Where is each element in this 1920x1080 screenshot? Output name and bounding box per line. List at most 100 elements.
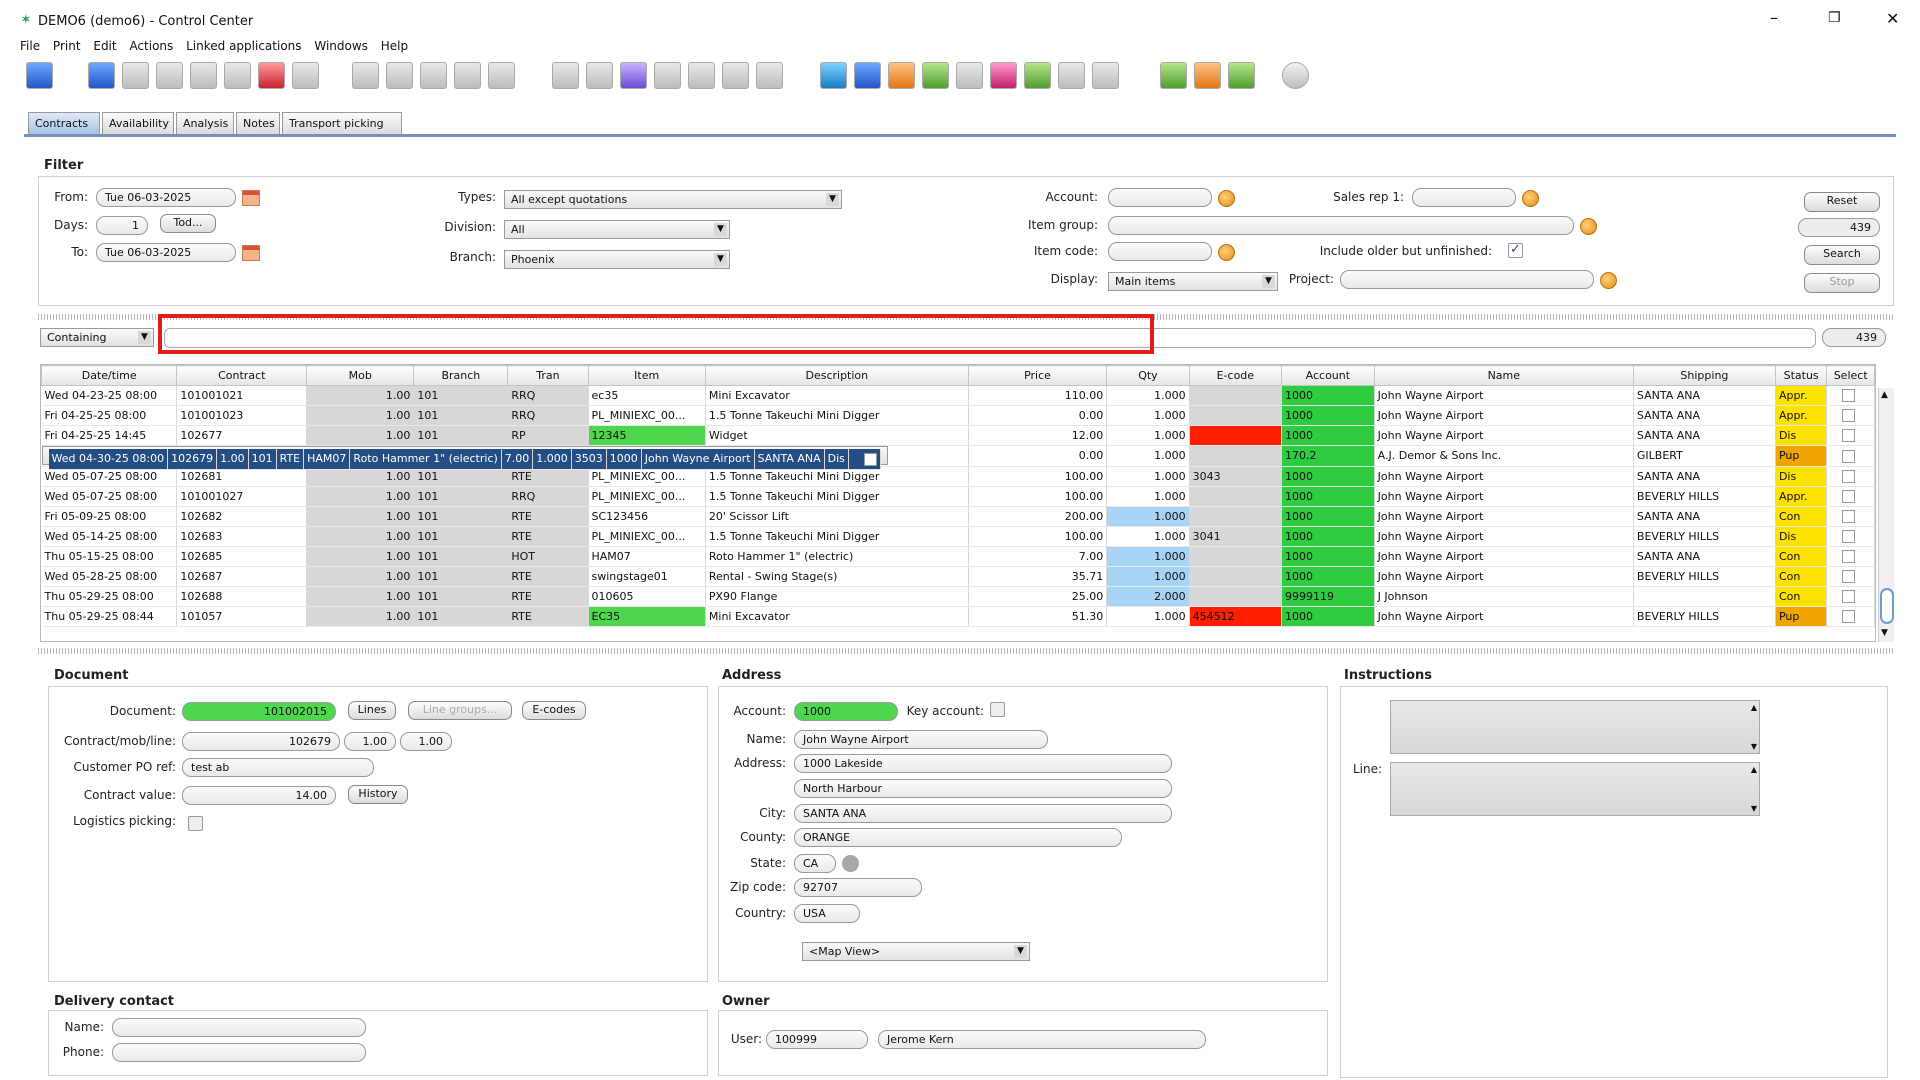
col-price[interactable]: Price (967, 365, 1108, 386)
tab-notes[interactable]: Notes (236, 112, 280, 134)
info-icon[interactable] (1282, 62, 1309, 89)
find-icon[interactable] (258, 62, 285, 89)
tab-analysis[interactable]: Analysis (176, 112, 234, 134)
project-field[interactable] (1340, 270, 1594, 289)
pdf-icon[interactable] (1194, 62, 1221, 89)
item-code-field[interactable] (1108, 242, 1212, 261)
scroll-up-icon[interactable]: ▲ (1751, 765, 1757, 774)
splitter[interactable] (38, 648, 1894, 654)
tool-icon[interactable] (722, 62, 749, 89)
scroll-up-icon[interactable]: ▲ (1881, 390, 1888, 400)
types-select[interactable]: All except quotations ▼ (504, 190, 842, 209)
scroll-up-icon[interactable]: ▲ (1751, 703, 1757, 712)
tab-transport-picking[interactable]: Transport picking (282, 112, 402, 134)
lookup-icon[interactable] (1218, 190, 1235, 207)
row-select-checkbox[interactable] (1826, 446, 1875, 467)
county-field[interactable]: ORANGE (794, 828, 1122, 847)
item-group-field[interactable] (1108, 216, 1574, 235)
row-select-checkbox[interactable] (1826, 506, 1875, 527)
col-select[interactable]: Select (1826, 365, 1875, 386)
address-line1-field[interactable]: 1000 Lakeside (794, 754, 1172, 773)
tool-icon[interactable] (292, 62, 319, 89)
document-icon[interactable] (1228, 62, 1255, 89)
match-mode-select[interactable]: Containing ▼ (40, 328, 154, 347)
row-select-checkbox[interactable] (1826, 526, 1875, 547)
country-field[interactable]: USA (794, 904, 860, 923)
row-select-checkbox[interactable] (1826, 466, 1875, 487)
address-account-field[interactable]: 1000 (794, 702, 898, 721)
state-field[interactable]: CA (794, 854, 836, 873)
tool-icon[interactable] (956, 62, 983, 89)
menu-edit[interactable]: Edit (93, 39, 116, 53)
menu-file[interactable]: File (20, 39, 40, 53)
lookup-icon[interactable] (1522, 190, 1539, 207)
row-select-checkbox[interactable] (1826, 566, 1875, 587)
row-select-checkbox[interactable] (1826, 405, 1875, 426)
state-lookup-icon[interactable] (842, 855, 859, 872)
table-scrollbar[interactable]: ▲ ▼ (1878, 388, 1894, 642)
tool-icon[interactable] (586, 62, 613, 89)
zip-field[interactable]: 92707 (794, 878, 922, 897)
days-field[interactable]: 1 (96, 216, 148, 235)
minimize-icon[interactable]: – (1770, 8, 1778, 27)
ecodes-button[interactable]: E-codes (522, 701, 586, 720)
map-view-select[interactable]: <Map View> ▼ (802, 942, 1030, 961)
tool-icon[interactable] (224, 62, 251, 89)
table-row[interactable]: Thu 05-29-25 08:44 101057 1.00 101 RTE EC35 Mi… (41, 606, 1875, 627)
tool-icon[interactable] (688, 62, 715, 89)
col-name[interactable]: Name (1373, 365, 1634, 386)
house-icon[interactable] (990, 62, 1017, 89)
tool-icon[interactable] (552, 62, 579, 89)
scroll-down-icon[interactable]: ▼ (1881, 628, 1888, 638)
table-row[interactable]: Wed 05-14-25 08:00 102683 1.00 101 RTE PL_MIN… (41, 526, 1875, 547)
col-item[interactable]: Item (587, 365, 706, 386)
tab-availability[interactable]: Availability (102, 112, 174, 134)
scroll-down-icon[interactable]: ▼ (1751, 742, 1757, 751)
table-row[interactable]: Fri 05-09-25 08:00 102682 1.00 101 RTE SC1234… (41, 506, 1875, 527)
col-status[interactable]: Status (1774, 365, 1828, 386)
search-button[interactable]: Search (1804, 245, 1880, 265)
tool-icon[interactable] (122, 62, 149, 89)
tool-icon[interactable] (386, 62, 413, 89)
col-shipping[interactable]: Shipping (1632, 365, 1776, 386)
users-icon[interactable] (620, 62, 647, 89)
table-row[interactable]: Thu 05-29-25 08:00 102688 1.00 101 RTE 010605… (41, 586, 1875, 607)
tool-icon[interactable] (454, 62, 481, 89)
tool-icon[interactable] (156, 62, 183, 89)
col-branch[interactable]: Branch (413, 365, 509, 386)
sync-icon[interactable] (820, 62, 847, 89)
table-row[interactable]: Fri 04-25-25 14:45 102677 1.00 101 RP 12345 Wi… (41, 425, 1875, 446)
division-select[interactable]: All ▼ (504, 220, 730, 239)
sales-rep-field[interactable] (1412, 188, 1516, 207)
address-line2-field[interactable]: North Harbour (794, 779, 1172, 798)
row-select-checkbox[interactable] (1826, 546, 1875, 567)
branch-select[interactable]: Phoenix ▼ (504, 250, 730, 269)
reset-button[interactable]: Reset (1804, 192, 1880, 212)
row-select-checkbox[interactable] (1826, 586, 1875, 607)
tool-icon[interactable] (190, 62, 217, 89)
line-field[interactable]: 1.00 (400, 732, 452, 751)
key-account-checkbox[interactable] (990, 702, 1005, 717)
col-description[interactable]: Description (704, 365, 969, 386)
report-icon[interactable] (888, 62, 915, 89)
tool-icon[interactable] (488, 62, 515, 89)
owner-user-id-field[interactable]: 100999 (766, 1030, 868, 1049)
maximize-icon[interactable]: ❐ (1828, 10, 1841, 26)
document-field[interactable]: 101002015 (182, 702, 336, 721)
history-button[interactable]: History (348, 785, 408, 804)
mob-field[interactable]: 1.00 (344, 732, 396, 751)
from-date-field[interactable]: Tue 06-03-2025 (96, 188, 236, 207)
menu-linked-applications[interactable]: Linked applications (186, 39, 301, 53)
lookup-icon[interactable] (1580, 218, 1597, 235)
instructions-textarea[interactable]: ▲ ▼ (1390, 700, 1760, 754)
tool-icon[interactable] (654, 62, 681, 89)
table-row[interactable]: Wed 05-07-25 08:00 101001027 1.00 101 RRQ PL_… (41, 486, 1875, 507)
close-icon[interactable]: ✕ (1886, 9, 1899, 28)
contract-field[interactable]: 102679 (182, 732, 340, 751)
lookup-icon[interactable] (1600, 272, 1617, 289)
address-name-field[interactable]: John Wayne Airport (794, 730, 1048, 749)
row-select-checkbox[interactable] (1826, 385, 1875, 406)
calendar-icon[interactable] (242, 190, 260, 206)
export-icon[interactable] (1160, 62, 1187, 89)
display-select[interactable]: Main items ▼ (1108, 272, 1278, 291)
